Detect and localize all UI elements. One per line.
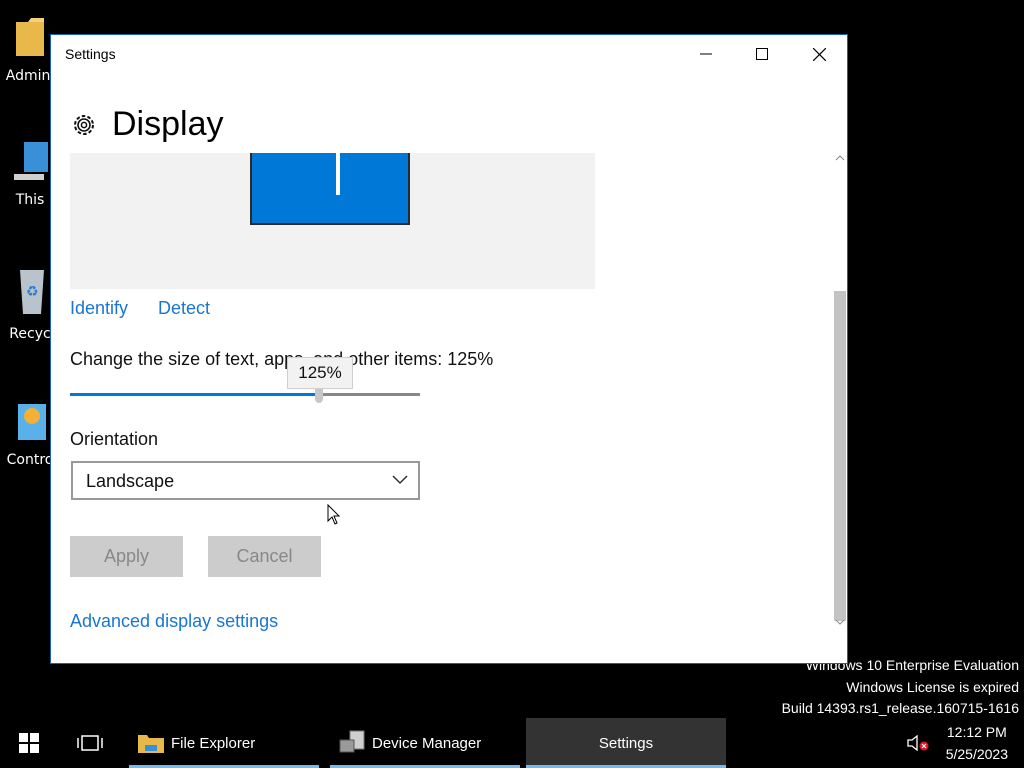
detect-link[interactable]: Detect [158, 298, 210, 319]
display-arrangement-area [70, 153, 595, 289]
clock-time: 12:12 PM [946, 724, 1007, 740]
orientation-label: Orientation [70, 429, 159, 449]
close-icon [812, 47, 826, 61]
watermark-line: Windows License is expired [846, 678, 1019, 695]
maximize-button[interactable] [734, 35, 790, 73]
taskbar-item-device-manager[interactable]: Device Manager [330, 718, 520, 768]
scroll-up-icon[interactable] [833, 153, 847, 163]
mouse-cursor-icon [327, 504, 341, 525]
maximize-icon [756, 48, 768, 60]
page-header: Display [70, 105, 223, 144]
taskbar-item-file-explorer[interactable]: File Explorer [129, 718, 319, 768]
taskbar: File Explorer Device Manager Settings 12… [0, 718, 1024, 768]
vertical-scrollbar[interactable] [833, 153, 847, 627]
volume-tray-button[interactable] [904, 718, 932, 768]
scroll-down-icon[interactable] [833, 617, 847, 627]
minimize-button[interactable] [678, 35, 734, 73]
clock-date: 5/25/2023 [945, 746, 1008, 762]
taskbar-item-label: File Explorer [171, 734, 256, 752]
scale-slider[interactable] [70, 385, 420, 403]
task-view-icon [77, 735, 103, 751]
advanced-display-settings-link[interactable]: Advanced display settings [70, 611, 278, 632]
scrollbar-thumb[interactable] [834, 291, 846, 621]
window-title: Settings [65, 46, 116, 62]
taskbar-item-label: Settings [598, 734, 654, 752]
close-button[interactable] [791, 35, 847, 73]
page-title: Display [112, 105, 224, 143]
volume-muted-icon [907, 735, 929, 751]
orientation-dropdown[interactable]: Landscape [71, 461, 420, 500]
settings-window: Settings Display Identify Detect Change … [50, 34, 848, 664]
title-bar[interactable]: Settings [51, 35, 847, 73]
windows-watermark: Windows 10 Enterprise Evaluation Windows… [782, 655, 1019, 720]
gear-icon [74, 114, 94, 135]
monitor-number-bar [336, 153, 340, 195]
orientation-value: Landscape [86, 471, 175, 491]
taskbar-item-settings[interactable]: Settings [526, 718, 726, 768]
scale-tooltip: 125% [287, 357, 353, 389]
windows-logo-icon [19, 733, 39, 753]
scale-slider-fill [70, 393, 319, 396]
watermark-line: Build 14393.rs1_release.160715-1616 [781, 700, 1019, 716]
scale-label: Change the size of text, apps, and other… [70, 349, 494, 369]
taskbar-item-label: Device Manager [372, 734, 482, 752]
device-manager-icon [339, 730, 365, 753]
minimize-icon [700, 53, 712, 55]
apply-button[interactable]: Apply [70, 536, 183, 577]
cancel-button[interactable]: Cancel [208, 536, 321, 577]
folder-icon [138, 735, 164, 753]
monitor-tile[interactable] [250, 153, 410, 225]
identify-link[interactable]: Identify [70, 298, 128, 319]
system-clock[interactable]: 12:12 PM 5/25/2023 [946, 721, 1008, 765]
task-view-button[interactable] [62, 718, 118, 768]
chevron-down-icon [392, 475, 408, 485]
svg-text:♻: ♻ [26, 284, 39, 300]
start-button[interactable] [0, 718, 58, 768]
